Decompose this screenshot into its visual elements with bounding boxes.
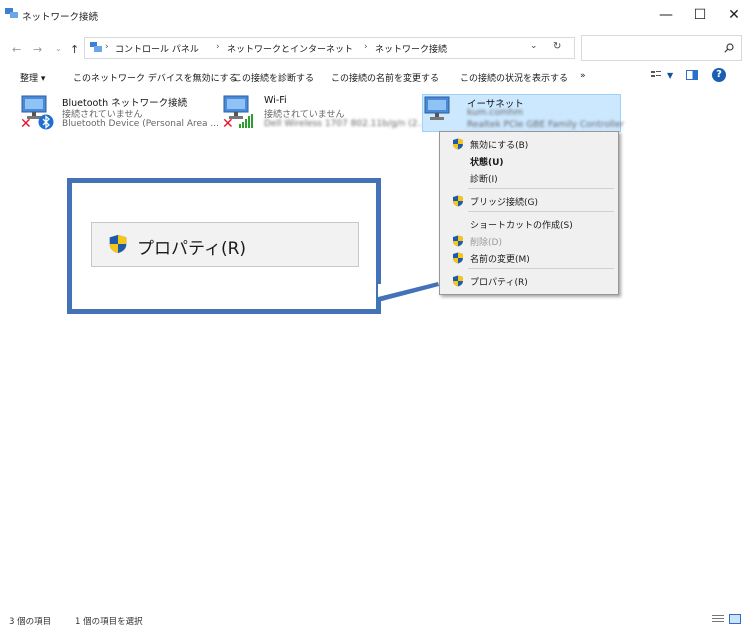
menu-item-rename[interactable]: 名前の変更(M): [440, 249, 618, 267]
menu-item-label: 削除(D): [470, 238, 502, 248]
breadcrumb-separator: ›: [105, 42, 109, 52]
up-arrow-icon[interactable]: ↑: [70, 43, 79, 56]
uac-shield-icon: [109, 234, 127, 254]
menu-separator: [468, 268, 614, 269]
selected-count: 1 個の項目を選択: [75, 617, 143, 627]
forward-arrow-icon[interactable]: →: [33, 43, 42, 56]
disconnected-x-icon: ✕: [222, 116, 234, 132]
signal-strength-icon: [239, 114, 253, 128]
close-button[interactable]: ✕: [722, 4, 746, 26]
menu-item-disable[interactable]: 無効にする(B): [440, 135, 618, 153]
menu-item-status[interactable]: 状態(U): [440, 152, 618, 170]
connection-device: Bluetooth Device (Personal Area ...: [62, 119, 219, 129]
connection-item-bluetooth[interactable]: ✕ Bluetooth ネットワーク接続 接続されていません Bluetooth…: [20, 94, 220, 132]
bluetooth-icon: [38, 114, 54, 130]
uac-shield-icon: [453, 195, 463, 207]
large-icons-view-icon[interactable]: [729, 614, 741, 624]
menu-item-label: 無効にする(B): [470, 141, 529, 151]
breadcrumb-network-connections[interactable]: ネットワーク接続: [375, 42, 447, 55]
refresh-icon[interactable]: ↻: [553, 41, 561, 52]
preview-pane-icon[interactable]: [686, 70, 698, 80]
command-bar: 整理 ▾ このネットワーク デバイスを無効にする この接続を診断する この接続の…: [0, 66, 747, 88]
maximize-button[interactable]: ☐: [688, 4, 712, 26]
menu-item-bridge[interactable]: ブリッジ接続(G): [440, 192, 618, 210]
address-dropdown-icon[interactable]: ⌄: [530, 41, 538, 51]
menu-item-create-shortcut[interactable]: ショートカットの作成(S): [440, 215, 618, 233]
breadcrumb-separator: ›: [216, 42, 220, 52]
menu-item-label: プロパティ(R): [470, 278, 528, 288]
connection-item-ethernet[interactable]: イーサネット kum.comhm Realtek PCIe GBE Family…: [422, 94, 625, 132]
recent-chevron-icon[interactable]: ⌄: [55, 44, 62, 53]
menu-item-label: ブリッジ接続(G): [470, 198, 538, 208]
disable-device-button[interactable]: このネットワーク デバイスを無効にする: [73, 71, 238, 84]
connection-device: Dell Wireless 1707 802.11b/g/n (2....: [264, 119, 429, 129]
help-icon[interactable]: ?: [712, 68, 726, 82]
window-title: ネットワーク接続: [22, 12, 99, 23]
address-bar-row: ← → ⌄ ↑ › コントロール パネル › ネットワークとインターネット › …: [0, 30, 747, 64]
organize-button[interactable]: 整理 ▾: [20, 71, 45, 84]
network-connections-icon: [5, 8, 18, 18]
back-arrow-icon[interactable]: ←: [12, 43, 21, 56]
connection-device: Realtek PCIe GBE Family Controller: [467, 120, 625, 130]
uac-shield-icon: [453, 138, 463, 150]
view-dropdown-icon[interactable]: ▼: [667, 71, 673, 80]
rename-button[interactable]: この接続の名前を変更する: [331, 71, 439, 84]
title-bar: ネットワーク接続 — ☐ ✕: [0, 0, 747, 30]
item-count: 3 個の項目: [9, 617, 52, 627]
change-view-icon[interactable]: [651, 70, 661, 80]
properties-zoom-preview: プロパティ(R): [91, 222, 359, 267]
computer-network-icon: [424, 96, 450, 120]
details-view-icon[interactable]: [712, 614, 724, 624]
menu-item-label: 状態(U): [470, 158, 504, 168]
connection-name: Wi-Fi: [264, 95, 287, 106]
minimize-button[interactable]: —: [654, 4, 678, 26]
callout-pointer-arrow: [376, 279, 439, 302]
menu-item-delete[interactable]: 削除(D): [440, 232, 618, 250]
uac-shield-icon: [453, 252, 463, 264]
breadcrumb-separator: ›: [364, 42, 368, 52]
context-menu: 無効にする(B) 状態(U) 診断(I) ブリッジ接続(G) ショートカットの作…: [439, 131, 619, 295]
search-input[interactable]: [581, 35, 742, 61]
menu-separator: [468, 188, 614, 189]
view-status-button[interactable]: この接続の状況を表示する: [460, 71, 568, 84]
connection-status: kum.comhm: [467, 108, 523, 118]
search-icon: [724, 43, 734, 53]
menu-item-label: 名前の変更(M): [470, 255, 530, 265]
status-bar: 3 個の項目 1 個の項目を選択: [0, 612, 747, 627]
disconnected-x-icon: ✕: [20, 116, 32, 132]
address-box[interactable]: › コントロール パネル › ネットワークとインターネット › ネットワーク接続…: [84, 37, 575, 59]
uac-shield-icon: [453, 235, 463, 247]
more-commands-button[interactable]: »: [580, 71, 586, 81]
diagnose-button[interactable]: この接続を診断する: [233, 71, 314, 84]
breadcrumb-control-panel[interactable]: コントロール パネル: [115, 42, 199, 55]
menu-separator: [468, 211, 614, 212]
control-panel-icon: [90, 42, 102, 52]
menu-item-properties[interactable]: プロパティ(R): [440, 272, 618, 290]
breadcrumb-network-internet[interactable]: ネットワークとインターネット: [227, 42, 353, 55]
menu-item-diagnose[interactable]: 診断(I): [440, 169, 618, 187]
properties-zoom-label: プロパティ(R): [137, 239, 247, 259]
menu-item-label: ショートカットの作成(S): [470, 221, 573, 231]
connection-item-wifi[interactable]: ✕ Wi-Fi 接続されていません Dell Wireless 1707 802…: [222, 94, 429, 132]
menu-item-label: 診断(I): [470, 175, 498, 185]
